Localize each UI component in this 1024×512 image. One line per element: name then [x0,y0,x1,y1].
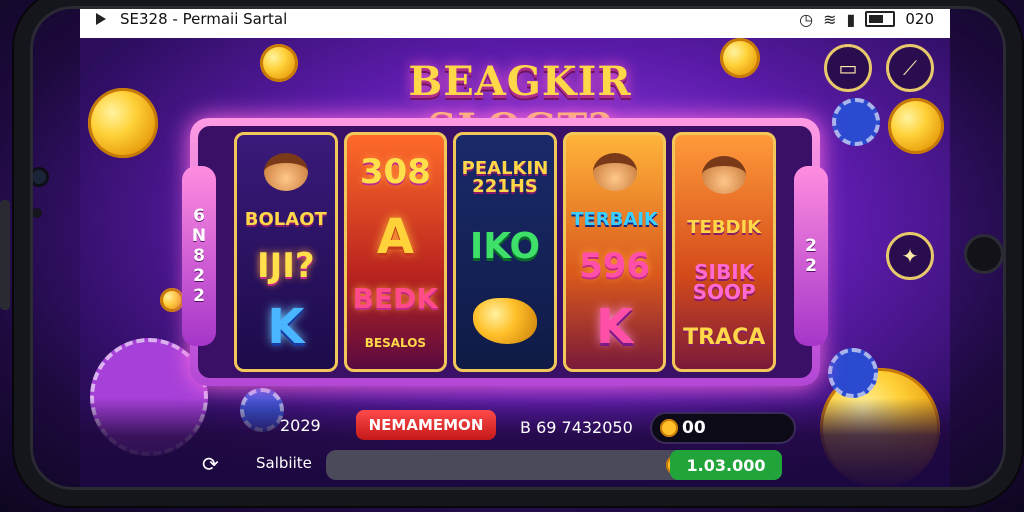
play-icon [96,13,106,25]
reel-symbol: SIBIK SOOP [692,259,756,304]
status-bar: SE328 - Permaii Sartal ◷ ≋ ▮ 020 [80,0,950,38]
reel-1: BOLAOT IJI? K [234,132,338,372]
reel-symbol: PEALKIN 221HS [461,157,549,197]
reel-symbol: IJI? [256,246,315,286]
reel-frame-inner: 6 N 8 2 2 2 2 BOLAOT IJI? K 308 A BEDK B… [182,126,828,378]
reel-symbol: K [267,299,305,355]
side-left-text: 2 [193,286,205,306]
sensor-icon [32,208,42,218]
reel-symbol-sub: BESALOS [364,336,427,350]
reel-symbol: TEBDIK [687,216,762,238]
right-side-panel: 2 2 [794,166,828,346]
gold-nugget-symbol [472,298,537,345]
coin-decoration [260,44,298,82]
feather-button[interactable]: ⟋ [886,44,934,92]
game-screen: BEAGKIR SLOGT? ▭ ⟋ ✦ 6 N 8 2 2 2 2 [80,38,950,492]
reel-5: TEBDIK SIBIK SOOP TRACA [672,132,776,372]
side-right-text: 2 [805,236,817,256]
coin-decoration [888,98,944,154]
signal-icon: ▮ [846,9,856,29]
reel-symbol: TRACA [683,324,766,350]
coin-value: 00 [682,418,706,438]
coin-decoration [720,38,760,78]
balance-label: Salbiite [256,454,312,472]
chat-icon: ▭ [838,56,858,80]
side-left-text: N [191,226,207,246]
status-title: SE328 - Permaii Sartal [120,10,288,28]
wifi-icon: ≋ [823,9,837,29]
refresh-icon[interactable]: ⟳ [202,452,224,476]
reel-symbol: 596 [579,246,651,286]
chip-decoration [828,348,878,398]
coin-display: 00 [650,412,796,444]
reel-symbol: K [595,299,634,355]
reel-symbol: TERBAIK [571,209,658,230]
reel-3: PEALKIN 221HS IKO [453,132,557,372]
feather-icon: ⟋ [903,56,917,80]
home-button[interactable] [964,234,1004,274]
stage: SE328 - Permaii Sartal ◷ ≋ ▮ 020 BEAGKIR… [0,0,1024,512]
battery-icon [865,11,896,27]
camera-icon [32,170,46,184]
coin-icon [660,419,678,437]
reel-2: 308 A BEDK BESALOS [343,132,448,372]
side-left-text: 8 [193,246,205,266]
settings-icon: ✦ [901,244,919,268]
reel-symbol: BEDK [352,282,439,315]
bet-value: B 69 7432050 [520,418,633,437]
character-symbol [702,155,747,194]
status-time: 020 [905,10,934,28]
reel-symbol: A [376,209,414,265]
character-symbol [263,153,308,191]
left-side-panel: 6 N 8 2 2 [182,166,216,346]
balance-value: 1.03.000 [670,450,782,480]
settings-button[interactable]: ✦ [886,232,934,280]
status-right: ◷ ≋ ▮ 020 [799,10,934,29]
reel-symbol: 308 [359,152,431,192]
side-right-text: 2 [805,256,817,276]
reel-4: TERBAIK 596 K [562,132,667,372]
chat-button[interactable]: ▭ [824,44,872,92]
character-symbol [592,153,637,191]
left-value: 2029 [280,416,321,435]
reel-symbol: IKO [469,225,541,267]
reel-symbol: BOLAOT [244,209,327,230]
chip-decoration [832,98,880,146]
reels: BOLAOT IJI? K 308 A BEDK BESALOS PEALKIN… [234,132,776,372]
reel-frame: 6 N 8 2 2 2 2 BOLAOT IJI? K 308 A BEDK B… [182,118,828,386]
coin-decoration [160,288,184,312]
side-left-text: 6 [193,206,205,226]
coin-decoration [88,88,158,158]
side-left-text: 2 [193,266,205,286]
alarm-icon: ◷ [799,9,814,29]
spin-button[interactable]: NEMAMEMON [356,410,496,440]
phone-side-button [0,200,10,310]
